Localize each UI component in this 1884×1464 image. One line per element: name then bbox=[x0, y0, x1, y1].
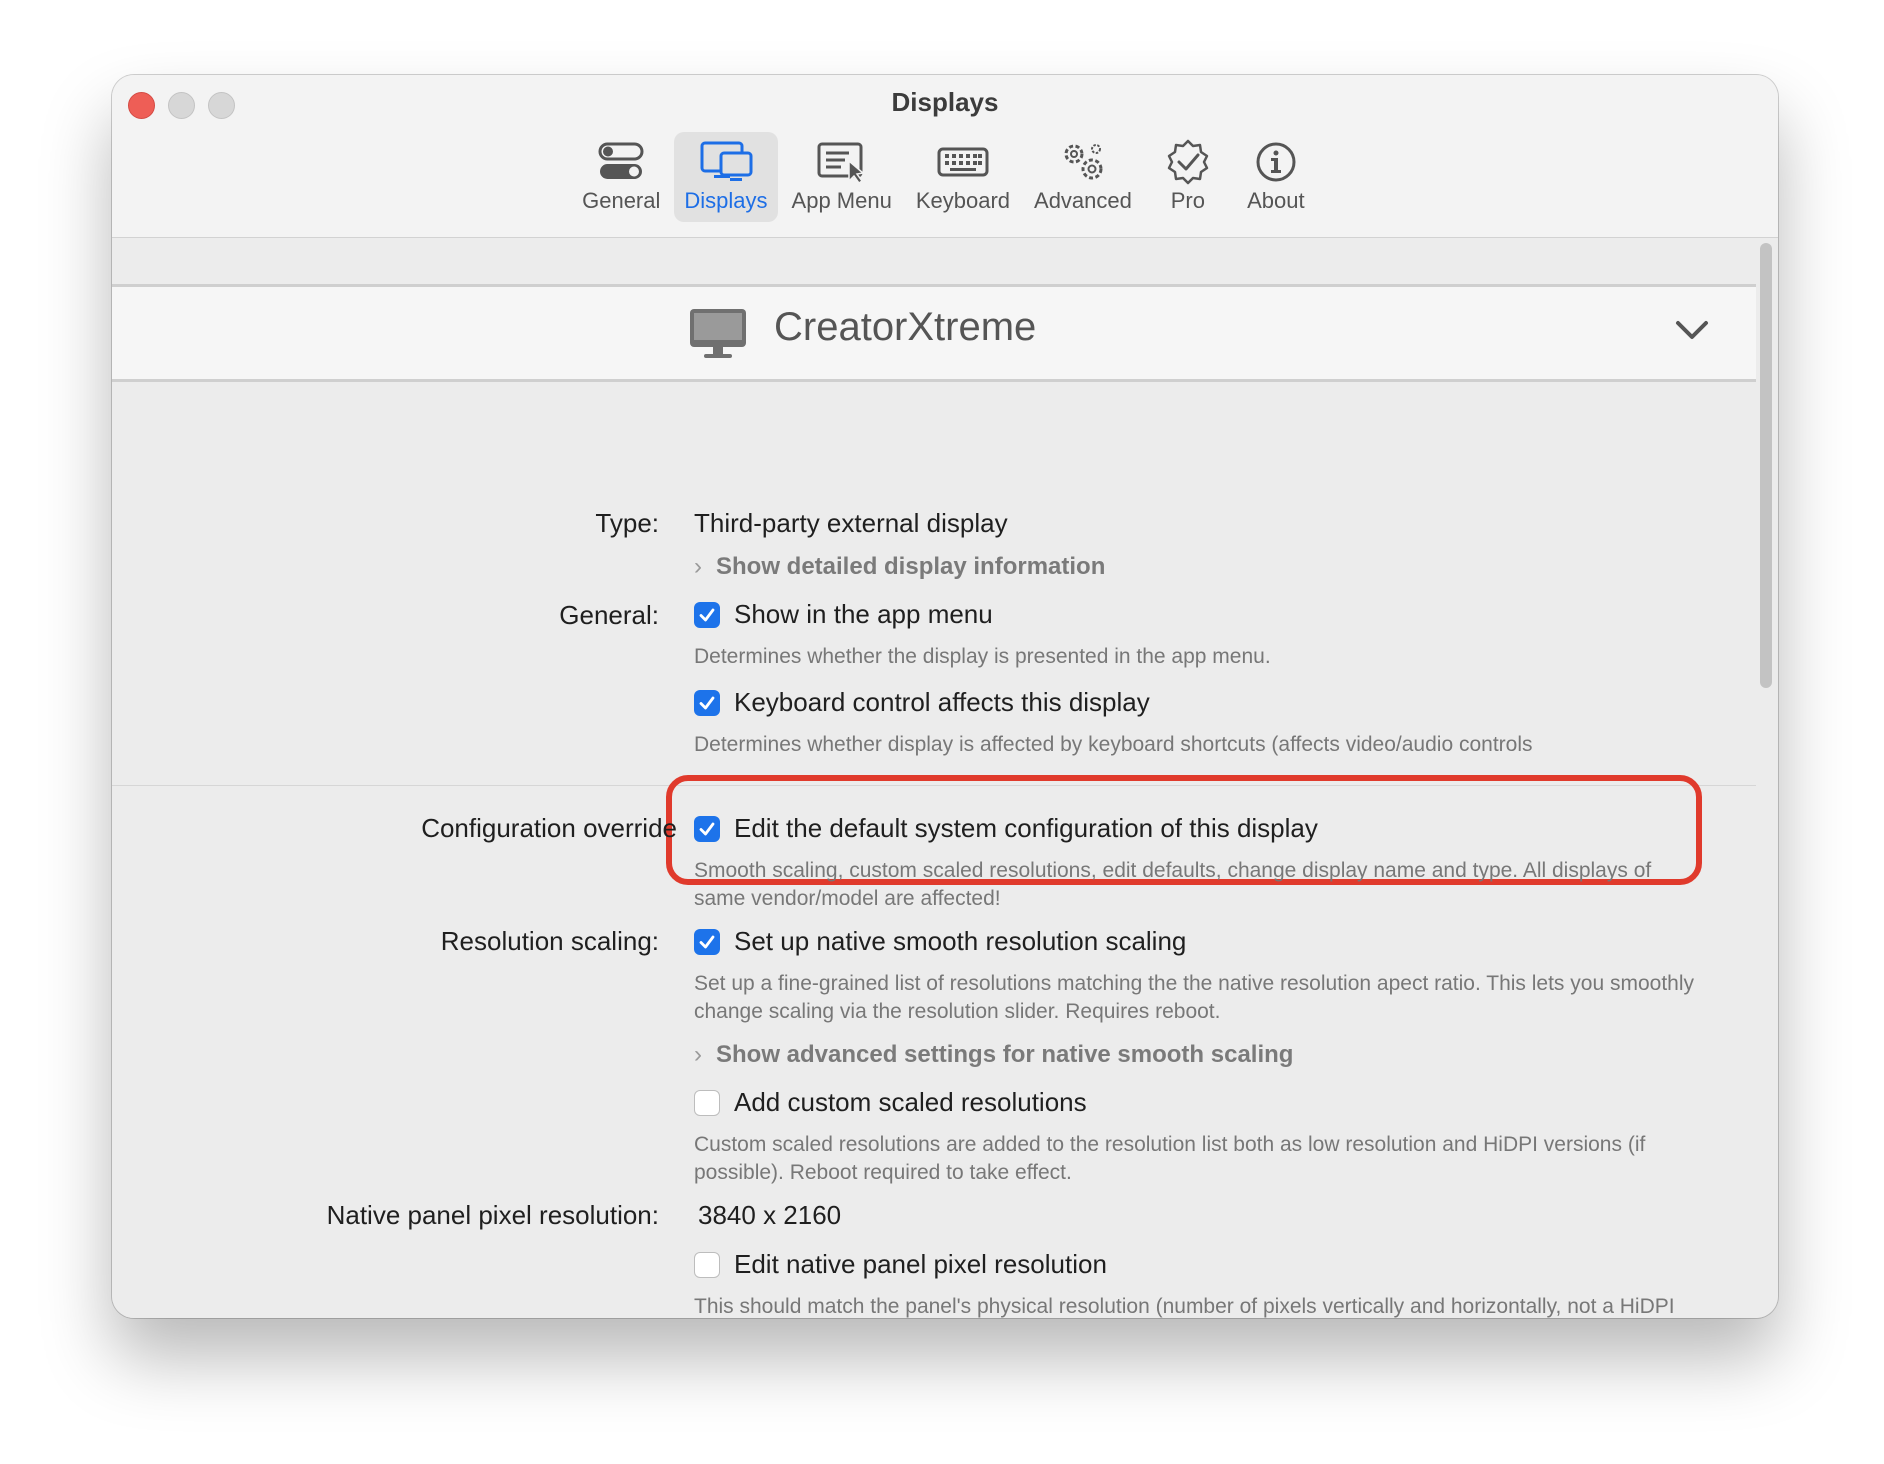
type-label: Type: bbox=[595, 508, 659, 538]
tab-app-menu-label: App Menu bbox=[791, 188, 892, 213]
keyboard-control-description: Determines whether display is affected b… bbox=[694, 733, 1533, 756]
tab-advanced-label: Advanced bbox=[1034, 188, 1132, 213]
edit-native-resolution-description: This should match the panel's physical r… bbox=[694, 1295, 1675, 1318]
edit-native-resolution-checkbox[interactable]: Edit native panel pixel resolution bbox=[694, 1249, 1107, 1280]
show-in-app-menu-description: Determines whether the display is presen… bbox=[694, 645, 1271, 668]
type-value: Third-party external display bbox=[694, 508, 1008, 538]
chevron-right-icon: › bbox=[694, 1041, 702, 1068]
general-label: General: bbox=[559, 600, 659, 630]
monitor-icon bbox=[688, 307, 748, 361]
tab-about-label: About bbox=[1247, 188, 1305, 213]
tab-displays[interactable]: Displays bbox=[674, 132, 778, 222]
preferences-window: Displays General Displays App Menu Keybo… bbox=[112, 75, 1778, 1318]
native-smooth-scaling-label: Set up native smooth resolution scaling bbox=[734, 926, 1187, 956]
keyboard-control-label: Keyboard control affects this display bbox=[734, 687, 1150, 717]
gears-icon bbox=[1051, 138, 1115, 186]
native-smooth-scaling-checkbox[interactable]: Set up native smooth resolution scaling bbox=[694, 926, 1186, 957]
toggles-icon bbox=[589, 138, 653, 186]
verified-badge-icon bbox=[1156, 138, 1220, 186]
edit-default-config-label: Edit the default system configuration of… bbox=[734, 813, 1318, 843]
displays-icon bbox=[694, 138, 758, 186]
native-resolution-label: Native panel pixel resolution: bbox=[326, 1200, 659, 1230]
tab-pro[interactable]: Pro bbox=[1146, 132, 1230, 222]
native-resolution-value: 3840 x 2160 bbox=[698, 1200, 842, 1230]
preferences-toolbar: General Displays App Menu Keyboard Advan… bbox=[112, 132, 1778, 222]
display-selector[interactable]: CreatorXtreme bbox=[112, 284, 1756, 382]
checkbox-checked[interactable] bbox=[694, 601, 720, 628]
edit-native-resolution-label: Edit native panel pixel resolution bbox=[734, 1249, 1107, 1279]
advanced-smooth-scaling-disclosure-label: Show advanced settings for native smooth… bbox=[716, 1041, 1294, 1068]
scrollbar-thumb[interactable] bbox=[1760, 243, 1772, 688]
tab-pro-label: Pro bbox=[1170, 188, 1205, 213]
advanced-smooth-scaling-disclosure[interactable]: › Show advanced settings for native smoot… bbox=[694, 1041, 1293, 1069]
native-smooth-scaling-description: Set up a fine-grained list of resolution… bbox=[694, 972, 1694, 1023]
keyboard-control-checkbox[interactable]: Keyboard control affects this display bbox=[694, 687, 1150, 718]
window-title: Displays bbox=[891, 87, 999, 117]
checkbox-checked[interactable] bbox=[694, 928, 720, 955]
keyboard-icon bbox=[931, 138, 995, 186]
checkbox-checked[interactable] bbox=[694, 815, 720, 842]
tab-general[interactable]: General bbox=[572, 132, 670, 222]
custom-scaled-resolutions-description: Custom scaled resolutions are added to t… bbox=[694, 1133, 1646, 1184]
checkbox-checked[interactable] bbox=[694, 689, 720, 716]
tab-app-menu[interactable]: App Menu bbox=[782, 132, 902, 222]
custom-scaled-resolutions-label: Add custom scaled resolutions bbox=[734, 1087, 1087, 1117]
app-menu-icon bbox=[810, 138, 874, 186]
resolution-scaling-label: Resolution scaling: bbox=[440, 926, 659, 956]
info-icon bbox=[1244, 138, 1308, 186]
edit-default-config-description: Smooth scaling, custom scaled resolution… bbox=[694, 859, 1652, 910]
titlebar: Displays General Displays App Menu Keybo… bbox=[112, 75, 1778, 238]
show-in-app-menu-label: Show in the app menu bbox=[734, 599, 993, 629]
displays-settings-pane: CreatorXtreme Type: Third-party external… bbox=[112, 238, 1756, 1318]
tab-keyboard[interactable]: Keyboard bbox=[906, 132, 1020, 222]
checkbox-unchecked[interactable] bbox=[694, 1089, 720, 1116]
custom-scaled-resolutions-checkbox[interactable]: Add custom scaled resolutions bbox=[694, 1087, 1087, 1118]
tab-about[interactable]: About bbox=[1234, 132, 1318, 222]
tab-keyboard-label: Keyboard bbox=[915, 188, 1011, 213]
checkbox-unchecked[interactable] bbox=[694, 1251, 720, 1278]
edit-default-config-checkbox[interactable]: Edit the default system configuration of… bbox=[694, 813, 1318, 844]
display-name: CreatorXtreme bbox=[774, 305, 1037, 349]
tab-advanced[interactable]: Advanced bbox=[1024, 132, 1142, 222]
show-in-app-menu-checkbox[interactable]: Show in the app menu bbox=[694, 599, 993, 630]
tab-displays-label: Displays bbox=[684, 188, 768, 213]
chevron-down-icon[interactable] bbox=[1674, 319, 1710, 343]
detailed-info-disclosure-label: Show detailed display information bbox=[716, 553, 1106, 580]
tab-general-label: General bbox=[582, 188, 661, 213]
detailed-info-disclosure[interactable]: › Show detailed display information bbox=[694, 553, 1105, 581]
configuration-override-label: Configuration override bbox=[421, 813, 677, 843]
chevron-right-icon: › bbox=[694, 553, 702, 580]
